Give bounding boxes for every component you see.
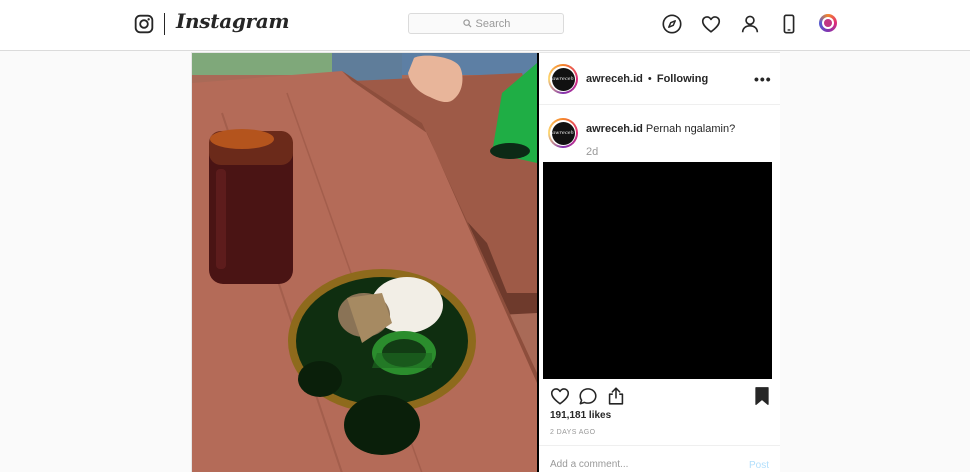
post-author-avatar[interactable]: awreceh <box>548 64 578 94</box>
search-box[interactable] <box>408 13 564 34</box>
comment-bar: Post <box>539 445 780 472</box>
post-sidebar: awreceh awreceh.id • Following ••• awrec… <box>539 53 780 472</box>
profile-user-icon[interactable] <box>739 13 761 35</box>
post-comment-button[interactable]: Post <box>749 460 769 471</box>
caption-username[interactable]: awreceh.id <box>586 123 643 135</box>
avatar-logo-script: awreceh <box>552 130 574 136</box>
comment-bubble-icon[interactable] <box>577 385 599 407</box>
redacted-comments-area <box>543 162 772 379</box>
top-navigation-bar: Instagram <box>0 0 970 51</box>
mobile-phone-icon[interactable] <box>778 13 800 35</box>
avatar-ring-gap <box>822 17 834 29</box>
avatar-ring-gap: awreceh <box>550 120 576 146</box>
photo-illustration <box>192 53 537 472</box>
activity-heart-icon[interactable] <box>700 13 722 35</box>
post-actions <box>539 385 780 409</box>
more-options-icon[interactable]: ••• <box>754 71 772 87</box>
like-heart-icon[interactable] <box>549 385 571 407</box>
instagram-glyph-icon[interactable] <box>134 14 154 34</box>
avatar-image: awreceh <box>551 121 575 145</box>
following-button[interactable]: Following <box>657 73 708 85</box>
post-header-line: awreceh.id • Following <box>586 73 708 85</box>
avatar-image <box>824 19 832 27</box>
post-photo[interactable] <box>192 53 537 472</box>
search-input[interactable] <box>475 17 510 30</box>
search-icon <box>462 19 472 28</box>
save-bookmark-icon[interactable] <box>751 385 773 407</box>
caption-timestamp: 2d <box>586 146 599 158</box>
post-card: awreceh awreceh.id • Following ••• awrec… <box>191 52 780 472</box>
caption-author-avatar[interactable]: awreceh <box>548 118 578 148</box>
comment-input[interactable] <box>550 459 730 470</box>
account-avatar[interactable] <box>819 14 837 32</box>
share-icon[interactable] <box>605 385 627 407</box>
avatar-logo-script: awreceh <box>552 76 574 82</box>
caption-text: Pernah ngalamin? <box>645 123 736 135</box>
header-separator: • <box>647 73 652 85</box>
explore-compass-icon[interactable] <box>661 13 683 35</box>
instagram-wordmark[interactable]: Instagram <box>176 9 290 33</box>
like-count[interactable]: 191,181 likes <box>550 410 611 421</box>
logo-divider <box>164 13 165 35</box>
avatar-ring-gap: awreceh <box>550 66 576 92</box>
avatar-image: awreceh <box>551 67 575 91</box>
post-header: awreceh awreceh.id • Following ••• <box>539 53 780 105</box>
post-timestamp: 2 DAYS AGO <box>550 429 596 436</box>
post-author-username[interactable]: awreceh.id <box>586 73 643 85</box>
post-caption: awreceh.id Pernah ngalamin? <box>586 123 735 135</box>
